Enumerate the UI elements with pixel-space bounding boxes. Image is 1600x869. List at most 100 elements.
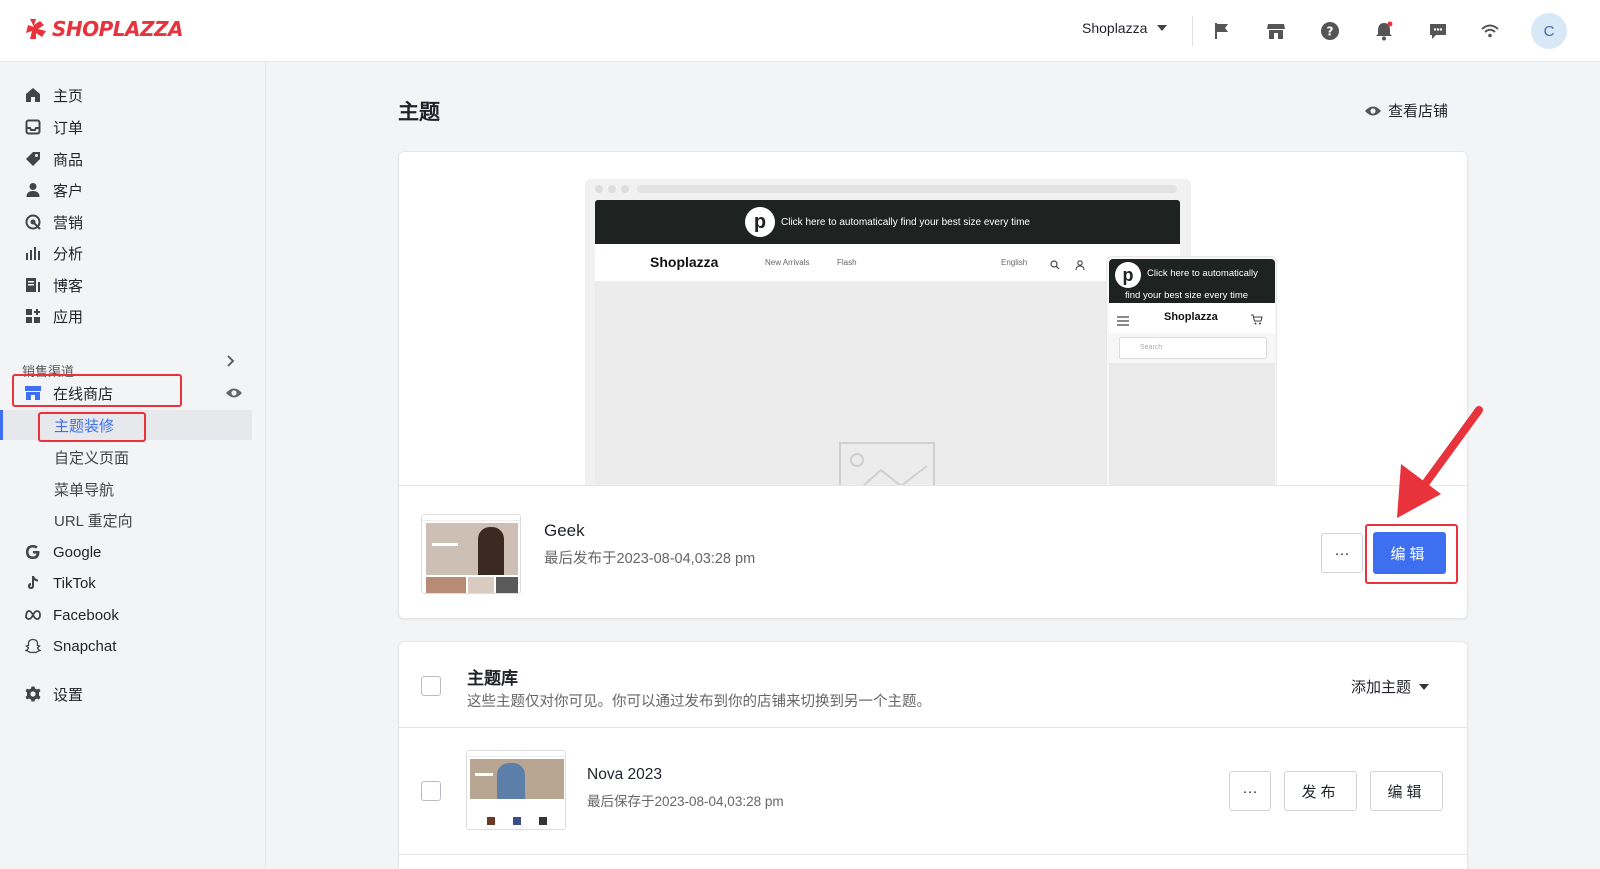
sidebar-item-orders[interactable]: 订单 (0, 112, 266, 142)
logo-text: SHOPLAZZA (52, 17, 184, 41)
sidebar-subitem-label: 菜单导航 (54, 481, 115, 499)
caret-down-icon (1419, 683, 1430, 690)
sidebar-item-label: 设置 (53, 686, 84, 704)
p-logo-icon: p (1115, 262, 1141, 288)
sidebar-subitem-url-redirect[interactable]: URL 重定向 (0, 505, 252, 535)
preview-nav: Shoplazza New Arrivals Flash English (595, 244, 1180, 282)
sidebar-item-apps[interactable]: 应用 (0, 301, 266, 331)
sidebar-item-label: 订单 (53, 119, 84, 137)
user-avatar[interactable]: C (1531, 13, 1567, 49)
topbar-divider (1192, 16, 1193, 46)
sidebar-subitem-themes[interactable]: 主题装修 (0, 410, 252, 440)
edit-theme-button[interactable]: 编辑 (1370, 771, 1443, 811)
view-store-link[interactable]: 查看店铺 (1364, 100, 1448, 121)
sidebar-item-google[interactable]: Google (0, 537, 266, 567)
library-select-all-checkbox[interactable] (421, 676, 441, 696)
desktop-preview: p Click here to automatically find your … (585, 179, 1191, 485)
sidebar-item-label: TikTok (53, 574, 96, 592)
sidebar-item-label: Google (53, 543, 102, 561)
preview-nav-link: Flash (837, 258, 857, 267)
sidebar-item-marketing[interactable]: 营销 (0, 207, 266, 237)
theme-thumbnail (466, 750, 566, 830)
sidebar-item-label: Snapchat (53, 637, 117, 655)
store-switcher[interactable]: Shoplazza (1082, 20, 1168, 36)
eye-icon (1365, 106, 1381, 115)
add-theme-label: 添加主题 (1351, 679, 1412, 696)
more-options-button[interactable]: ··· (1229, 771, 1271, 811)
mobile-preview: p Click here to automatically find your … (1106, 256, 1277, 485)
tiktok-icon (24, 574, 42, 592)
annotation-arrow-icon (1397, 406, 1483, 518)
sidebar-item-analytics[interactable]: 分析 (0, 238, 266, 268)
meta-icon (24, 606, 42, 624)
home-icon (24, 86, 42, 104)
sidebar-item-home[interactable]: 主页 (0, 80, 266, 110)
browser-dot (621, 185, 629, 193)
bar-chart-icon (24, 244, 42, 262)
theme-name: Geek (544, 521, 585, 540)
message-icon[interactable] (1426, 19, 1450, 43)
preview-nav-link: New Arrivals (765, 258, 810, 267)
search-icon (1050, 257, 1060, 275)
theme-select-checkbox[interactable] (421, 781, 441, 801)
blog-icon (24, 276, 42, 294)
notification-bell-icon[interactable] (1372, 19, 1396, 43)
edit-theme-button[interactable]: 编辑 (1373, 532, 1446, 574)
sidebar-item-customers[interactable]: 客户 (0, 175, 266, 205)
current-theme-row: Geek 最后发布于2023-08-04,03:28 pm ··· 编辑 (399, 486, 1469, 616)
sidebar-item-label: 应用 (53, 308, 84, 326)
view-store-label: 查看店铺 (1388, 103, 1449, 120)
person-icon (24, 181, 42, 199)
help-icon[interactable]: ? (1318, 19, 1342, 43)
mobile-banner-line2: find your best size every time (1125, 290, 1249, 301)
storefront-icon (24, 384, 42, 402)
library-description: 这些主题仅对你可见。你可以通过发布到你的店铺来切换到另一个主题。 (467, 694, 931, 710)
theme-name: Nova 2023 (587, 766, 662, 783)
chevron-right-icon[interactable] (226, 354, 236, 373)
more-options-button[interactable]: ··· (1321, 533, 1363, 573)
divider (399, 854, 1467, 855)
shoplazza-logo[interactable]: SHOPLAZZA (26, 17, 184, 41)
mobile-preview-body (1109, 363, 1275, 485)
sidebar-item-label: 在线商店 (53, 385, 114, 403)
preview-language: English (1001, 258, 1028, 267)
wifi-icon[interactable] (1478, 19, 1502, 43)
p-logo-icon: p (745, 207, 775, 237)
preview-brand: Shoplazza (650, 254, 719, 270)
theme-preview: p Click here to automatically find your … (399, 152, 1469, 486)
publish-theme-button[interactable]: 发布 (1284, 771, 1357, 811)
store-icon[interactable] (1264, 19, 1288, 43)
preview-banner-text: Click here to automatically find your be… (781, 216, 1030, 228)
mobile-preview-search: Search (1119, 337, 1267, 359)
sidebar-subitem-label: URL 重定向 (54, 512, 133, 530)
apps-icon (24, 307, 42, 325)
marketing-icon (24, 213, 42, 231)
flag-icon[interactable] (1210, 19, 1234, 43)
sidebar-item-label: 主页 (53, 87, 84, 105)
sidebar-item-facebook[interactable]: Facebook (0, 600, 266, 630)
sidebar-item-online-store[interactable]: 在线商店 (0, 378, 266, 408)
sidebar-subitem-menus[interactable]: 菜单导航 (0, 474, 252, 504)
sidebar-item-products[interactable]: 商品 (0, 144, 266, 174)
eye-icon[interactable] (225, 386, 243, 403)
divider (399, 727, 1467, 728)
page-title: 主题 (398, 101, 440, 124)
mobile-preview-banner: p Click here to automatically find your … (1109, 259, 1275, 303)
sidebar-item-blog[interactable]: 博客 (0, 270, 266, 300)
sidebar-subitem-label: 主题装修 (54, 417, 115, 435)
sidebar-item-settings[interactable]: 设置 (0, 679, 266, 709)
sidebar-item-tiktok[interactable]: TikTok (0, 568, 266, 598)
sidebar-item-snapchat[interactable]: Snapchat (0, 631, 266, 661)
snapchat-icon (24, 637, 42, 655)
image-placeholder-icon (839, 442, 935, 485)
browser-dot (608, 185, 616, 193)
sidebar-subitem-custom-pages[interactable]: 自定义页面 (0, 442, 252, 472)
sidebar-item-label: Facebook (53, 606, 119, 624)
mobile-preview-brand: Shoplazza (1164, 311, 1218, 323)
sidebar-item-label: 营销 (53, 214, 84, 232)
mobile-banner-line1: Click here to automatically (1147, 268, 1258, 279)
sidebar-item-label: 商品 (53, 151, 84, 169)
add-theme-dropdown[interactable]: 添加主题 (1351, 676, 1430, 697)
browser-dots (595, 185, 629, 193)
account-icon (1075, 257, 1085, 275)
